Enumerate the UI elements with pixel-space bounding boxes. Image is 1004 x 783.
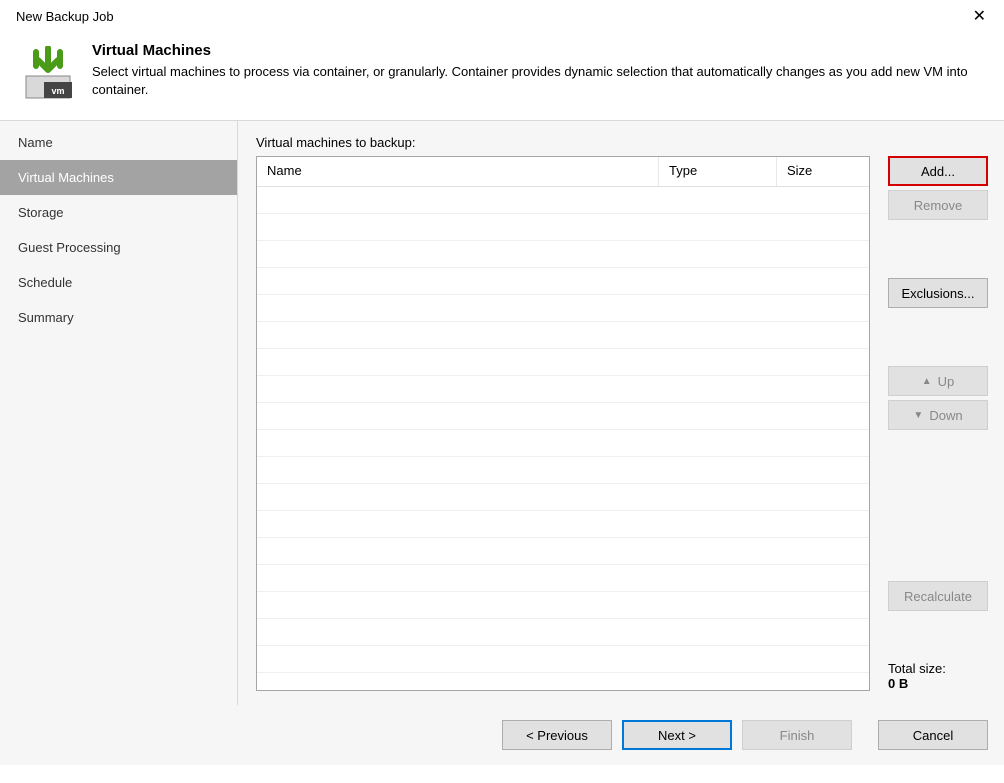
table-row [257, 187, 869, 214]
cancel-button[interactable]: Cancel [878, 720, 988, 750]
table-row [257, 619, 869, 646]
table-row [257, 538, 869, 565]
wizard-body: Name Virtual Machines Storage Guest Proc… [0, 120, 1004, 705]
step-virtual-machines[interactable]: Virtual Machines [0, 160, 237, 195]
wizard-footer: < Previous Next > Finish Cancel [0, 705, 1004, 765]
table-row [257, 646, 869, 673]
side-buttons: Add... Remove Exclusions... ▲ Up ▼ Down … [888, 156, 988, 691]
table-row [257, 241, 869, 268]
exclusions-button[interactable]: Exclusions... [888, 278, 988, 308]
table-row [257, 511, 869, 538]
up-button: ▲ Up [888, 366, 988, 396]
page-description: Select virtual machines to process via c… [92, 63, 984, 99]
arrow-up-icon: ▲ [922, 376, 932, 387]
down-button: ▼ Down [888, 400, 988, 430]
table-row [257, 295, 869, 322]
arrow-down-icon: ▼ [913, 410, 923, 421]
table-header: Name Type Size [257, 157, 869, 187]
col-type[interactable]: Type [659, 157, 777, 186]
table-row [257, 592, 869, 619]
up-label: Up [938, 374, 955, 389]
table-row [257, 349, 869, 376]
step-schedule[interactable]: Schedule [0, 265, 237, 300]
previous-button[interactable]: < Previous [502, 720, 612, 750]
step-storage[interactable]: Storage [0, 195, 237, 230]
table-body[interactable] [257, 187, 869, 690]
page-title: Virtual Machines [92, 42, 984, 59]
col-name[interactable]: Name [257, 157, 659, 186]
vm-table[interactable]: Name Type Size [256, 156, 870, 691]
table-row [257, 457, 869, 484]
step-summary[interactable]: Summary [0, 300, 237, 335]
titlebar: New Backup Job ✕ [0, 0, 1004, 32]
window-title: New Backup Job [16, 9, 114, 24]
table-row [257, 322, 869, 349]
add-button[interactable]: Add... [888, 156, 988, 186]
vm-icon: vm [20, 46, 76, 102]
wizard-steps: Name Virtual Machines Storage Guest Proc… [0, 121, 238, 705]
table-row [257, 565, 869, 592]
main-panel: Virtual machines to backup: Name Type Si… [238, 121, 1004, 705]
col-size[interactable]: Size [777, 157, 869, 186]
recalculate-button: Recalculate [888, 581, 988, 611]
svg-text:vm: vm [51, 86, 64, 96]
down-label: Down [929, 408, 962, 423]
step-name[interactable]: Name [0, 125, 237, 160]
wizard-header: vm Virtual Machines Select virtual machi… [0, 32, 1004, 120]
table-row [257, 376, 869, 403]
table-row [257, 403, 869, 430]
step-guest-processing[interactable]: Guest Processing [0, 230, 237, 265]
finish-button: Finish [742, 720, 852, 750]
table-row [257, 484, 869, 511]
table-row [257, 214, 869, 241]
total-size-label: Total size: [888, 661, 988, 676]
next-button[interactable]: Next > [622, 720, 732, 750]
total-size-value: 0 B [888, 676, 988, 691]
list-label: Virtual machines to backup: [256, 135, 988, 150]
close-icon[interactable]: ✕ [965, 2, 994, 30]
table-row [257, 268, 869, 295]
remove-button: Remove [888, 190, 988, 220]
table-row [257, 430, 869, 457]
